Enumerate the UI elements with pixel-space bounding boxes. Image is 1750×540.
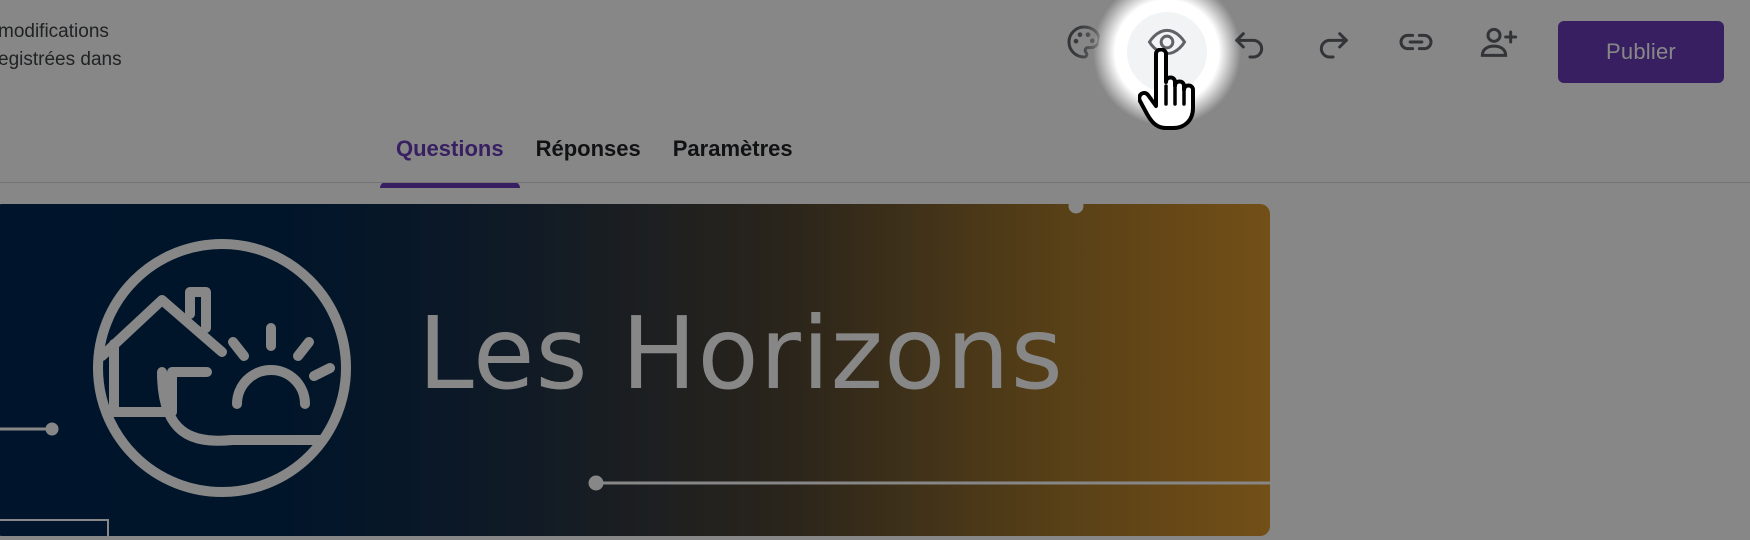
tabs-divider xyxy=(0,182,1750,183)
save-status-text: modifications egistrées dans xyxy=(0,18,158,74)
hand-cursor-icon xyxy=(1138,48,1195,130)
tab-settings[interactable]: Paramètres xyxy=(657,130,809,182)
logo-sun xyxy=(232,365,310,409)
tab-responses[interactable]: Réponses xyxy=(520,130,657,182)
save-status-line-2: egistrées dans xyxy=(0,49,122,70)
banner-frame-line xyxy=(0,519,109,536)
add-person-icon xyxy=(1480,27,1518,57)
forms-editor: modifications egistrées dans Publier Que… xyxy=(0,0,1750,540)
banner-title: Les Horizons xyxy=(418,295,1064,412)
link-icon xyxy=(1399,33,1433,51)
undo-icon xyxy=(1235,32,1264,59)
banner-dot-bottom xyxy=(588,475,604,491)
logo-circle xyxy=(93,239,351,497)
undo-button[interactable] xyxy=(1220,12,1280,72)
banner-dot-top xyxy=(1068,204,1084,214)
redo-icon xyxy=(1319,32,1348,59)
tab-questions[interactable]: Questions xyxy=(380,130,520,188)
editor-tabs: Questions Réponses Paramètres xyxy=(380,130,809,188)
save-status-line-1: modifications xyxy=(0,21,109,42)
redo-button[interactable] xyxy=(1303,12,1363,72)
banner-dot-left xyxy=(45,422,59,436)
publish-button[interactable]: Publier xyxy=(1558,21,1724,83)
copy-link-button[interactable] xyxy=(1386,12,1446,72)
add-collaborators-button[interactable] xyxy=(1469,12,1529,72)
